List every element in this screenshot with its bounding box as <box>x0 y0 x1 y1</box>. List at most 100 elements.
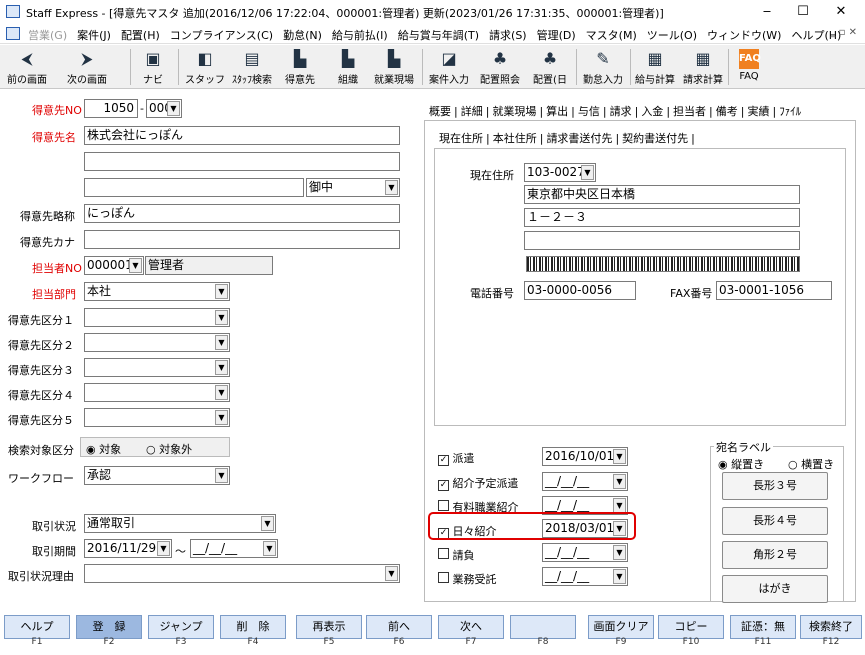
placement-button[interactable]: ♣ 配置(日 <box>526 47 574 87</box>
short-name-input[interactable]: にっぽん <box>84 204 400 223</box>
faq-button[interactable]: FAQ FAQ <box>732 47 766 87</box>
client-name3-input[interactable] <box>84 178 304 197</box>
f8-button[interactable] <box>510 615 576 639</box>
menu-compliance[interactable]: コンプライアンス(C) <box>170 27 273 43</box>
tab-staff[interactable]: 担当者 <box>670 105 709 118</box>
menu-placement[interactable]: 配置(H) <box>121 27 160 43</box>
tab-credit[interactable]: 与信 <box>575 105 603 118</box>
period-from-select[interactable]: 2016/11/29 ▼ <box>84 539 172 558</box>
tel-input[interactable]: 03-0000-0056 <box>524 281 636 300</box>
date-haken-select[interactable]: 2016/10/01 ▼ <box>542 447 628 466</box>
org-button[interactable]: ▙ 組織 <box>328 47 368 87</box>
subtab-invoice[interactable]: 請求書送付先 <box>543 132 615 145</box>
status-select[interactable]: 通常取引 ▼ <box>84 514 276 533</box>
client-name-input[interactable]: 株式会社にっぽん <box>84 126 400 145</box>
cat4-select[interactable]: ▼ <box>84 383 230 402</box>
reason-select[interactable]: ▼ <box>84 564 400 583</box>
menu-case[interactable]: 案件(J) <box>77 27 111 43</box>
tab-file[interactable]: ﾌｧｲﾙ <box>776 105 804 118</box>
mdi-controls[interactable]: _ ▫ ✕ <box>830 27 857 38</box>
checkbox-haken[interactable]: ✓ <box>438 455 449 466</box>
menu-master[interactable]: マスタ(M) <box>586 27 637 43</box>
close-button[interactable]: ✕ <box>826 2 856 22</box>
cat3-select[interactable]: ▼ <box>84 358 230 377</box>
tab-billing[interactable]: 請求 <box>607 105 635 118</box>
subtab-contract[interactable]: 契約書送付先 <box>619 132 691 145</box>
pay-calc-button[interactable]: ▦ 給与計算 <box>632 47 678 87</box>
vertical-radio[interactable]: ◉ 縦置き <box>718 456 764 472</box>
case-input-button[interactable]: ◪ 案件入力 <box>426 47 472 87</box>
subtab-current[interactable]: 現在住所 <box>436 132 486 145</box>
horizontal-radio[interactable]: ○ 横置き <box>788 456 834 472</box>
fax-input[interactable]: 03-0001-1056 <box>716 281 832 300</box>
f12-search-end-button[interactable]: 検索終了 <box>800 615 862 639</box>
tab-results[interactable]: 実績 <box>744 105 772 118</box>
menu-sales[interactable]: 営業(G) <box>28 27 67 43</box>
menu-attendance[interactable]: 勤怠(N) <box>283 27 322 43</box>
tab-detail[interactable]: 詳細 <box>458 105 486 118</box>
minimize-button[interactable]: ‒ <box>752 2 782 22</box>
client-button[interactable]: ▙ 得意先 <box>280 47 320 87</box>
cat2-select[interactable]: ▼ <box>84 333 230 352</box>
menu-window[interactable]: ウィンドウ(W) <box>707 27 781 43</box>
tab-site[interactable]: 就業現場 <box>489 105 539 118</box>
label-choukei3-button[interactable]: 長形３号 <box>722 472 828 500</box>
f10-copy-button[interactable]: コピー <box>658 615 724 639</box>
f3-jump-button[interactable]: ジャンプ <box>148 615 214 639</box>
client-name2-input[interactable] <box>84 152 400 171</box>
next-screen-button[interactable]: ⮞ 次の画面 <box>62 47 112 87</box>
f5-refresh-button[interactable]: 再表示 <box>296 615 362 639</box>
date-shoukai-yotei-select[interactable]: __/__/__ ▼ <box>542 472 628 491</box>
placement-inquiry-button[interactable]: ♣ 配置照会 <box>476 47 524 87</box>
client-sub-select[interactable]: 000 ▼ <box>146 99 182 118</box>
contract-shoukai-yotei[interactable]: ✓ 紹介予定派遣 <box>438 475 519 491</box>
staff-button[interactable]: ◧ スタッフ <box>184 47 226 87</box>
maximize-button[interactable]: ☐ <box>788 2 818 22</box>
navi-button[interactable]: ▣ ナビ <box>138 47 168 87</box>
f6-prev-button[interactable]: 前へ <box>366 615 432 639</box>
search-off-radio[interactable]: ○ 対象外 <box>146 441 192 457</box>
label-kakukei2-button[interactable]: 角形２号 <box>722 541 828 569</box>
zip-select[interactable]: 103-0027 ▼ <box>524 163 596 182</box>
contract-jutaku[interactable]: 業務受託 <box>438 571 497 587</box>
address-line1-input[interactable]: 東京都中央区日本橋 <box>524 185 800 204</box>
label-postcard-button[interactable]: はがき <box>722 575 828 603</box>
f9-clear-button[interactable]: 画面クリア <box>588 615 654 639</box>
f1-help-button[interactable]: ヘルプ <box>4 615 70 639</box>
menu-tools[interactable]: ツール(O) <box>647 27 697 43</box>
cat1-select[interactable]: ▼ <box>84 308 230 327</box>
cat5-select[interactable]: ▼ <box>84 408 230 427</box>
site-button[interactable]: ▙ 就業現場 <box>370 47 418 87</box>
address-line3-input[interactable] <box>524 231 800 250</box>
f11-voucher-button[interactable]: 証憑：無 <box>730 615 796 639</box>
tab-payment[interactable]: 入金 <box>638 105 666 118</box>
bill-calc-button[interactable]: ▦ 請求計算 <box>680 47 726 87</box>
f2-register-button[interactable]: 登 録 <box>76 615 142 639</box>
menu-billing[interactable]: 請求(S) <box>489 27 527 43</box>
tab-notes[interactable]: 備考 <box>713 105 741 118</box>
checkbox-yuuryou[interactable] <box>438 500 449 511</box>
attendance-button[interactable]: ✎ 勤怠入力 <box>580 47 626 87</box>
date-ukeoi-select[interactable]: __/__/__ ▼ <box>542 543 628 562</box>
subtab-hq[interactable]: 本社住所 <box>490 132 540 145</box>
contract-haken[interactable]: ✓ 派遣 <box>438 450 475 466</box>
search-on-radio[interactable]: ◉ 対象 <box>86 441 121 457</box>
workflow-select[interactable]: 承認 ▼ <box>84 466 230 485</box>
menu-payroll[interactable]: 給与賞与年調(T) <box>398 27 479 43</box>
client-no-input[interactable]: 1050 <box>84 99 138 118</box>
contract-ukeoi[interactable]: 請負 <box>438 547 475 563</box>
checkbox-jutaku[interactable] <box>438 572 449 583</box>
period-to-select[interactable]: __/__/__ ▼ <box>190 539 278 558</box>
dept-select[interactable]: 本社 ▼ <box>84 282 230 301</box>
f7-next-button[interactable]: 次へ <box>438 615 504 639</box>
tab-overview[interactable]: 概要 <box>426 105 454 118</box>
staff-no-select[interactable]: 000001 ▼ <box>84 256 144 275</box>
prev-screen-button[interactable]: ⮜ 前の画面 <box>4 47 50 87</box>
honorific-select[interactable]: 御中 ▼ <box>306 178 400 197</box>
date-jutaku-select[interactable]: __/__/__ ▼ <box>542 567 628 586</box>
tab-calc[interactable]: 算出 <box>543 105 571 118</box>
kana-input[interactable] <box>84 230 400 249</box>
checkbox-shoukai-yotei[interactable]: ✓ <box>438 480 449 491</box>
checkbox-ukeoi[interactable] <box>438 548 449 559</box>
menu-admin[interactable]: 管理(D) <box>537 27 576 43</box>
